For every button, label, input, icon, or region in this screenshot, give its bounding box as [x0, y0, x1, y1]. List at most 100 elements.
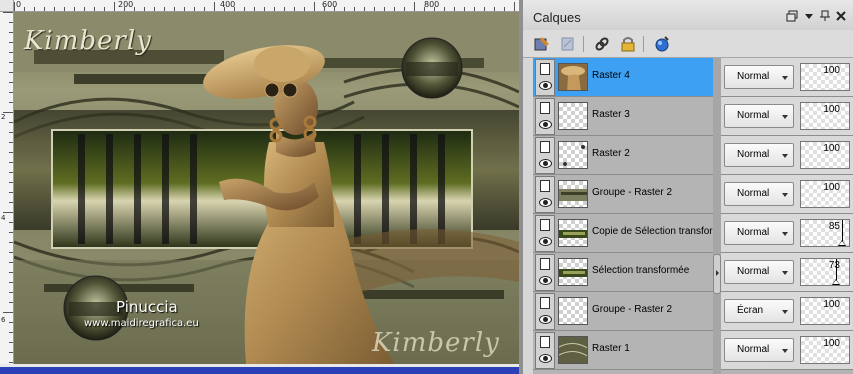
layer-name: Groupe - Raster 2: [592, 304, 673, 315]
opacity-slider[interactable]: 100: [800, 180, 850, 208]
layer-thumbnail: [558, 141, 588, 169]
new-raster-layer-icon[interactable]: [533, 35, 551, 53]
palette-title: Calques: [533, 10, 581, 25]
ruler-tick: [14, 2, 15, 11]
blend-mode-value: Normal: [737, 149, 770, 160]
opacity-value: 100: [823, 143, 840, 154]
layer-mask-icon[interactable]: [540, 63, 550, 75]
layer-row[interactable]: Copie de Sélection transformé Normal 85: [533, 214, 853, 253]
layer-visibility-toggle[interactable]: [535, 215, 555, 252]
layer-visibility-toggle[interactable]: [535, 293, 555, 330]
layer-visibility-toggle[interactable]: [535, 137, 555, 174]
opacity-slider-handle[interactable]: [832, 279, 840, 285]
link-layers-icon[interactable]: [593, 35, 611, 53]
layers-list: Raster 1 Normal 100 Groupe - Raster 2 Écran 1…: [533, 58, 853, 374]
eye-icon[interactable]: [539, 315, 552, 324]
pin-icon[interactable]: [818, 10, 832, 24]
layer-name: Groupe - Raster 2: [592, 187, 673, 198]
layer-row[interactable]: Raster 4 Normal 100: [533, 58, 853, 97]
eye-icon[interactable]: [539, 237, 552, 246]
eye-icon[interactable]: [539, 159, 552, 168]
layer-name-cell[interactable]: Raster 1: [533, 331, 713, 370]
ruler-label-400: 400: [220, 0, 236, 9]
opacity-value: 100: [823, 299, 840, 310]
close-icon[interactable]: [834, 10, 848, 24]
opacity-slider-handle[interactable]: [838, 240, 846, 246]
opacity-slider[interactable]: 73: [800, 258, 850, 286]
layer-properties-icon[interactable]: [653, 35, 671, 53]
layer-name-cell[interactable]: Groupe - Raster 2: [533, 175, 713, 214]
layers-scroll-track[interactable]: [713, 58, 721, 374]
layer-name-cell[interactable]: Raster 4: [533, 58, 713, 97]
eye-icon[interactable]: [539, 81, 552, 90]
opacity-slider[interactable]: 100: [800, 141, 850, 169]
eye-icon[interactable]: [539, 276, 552, 285]
palette-toolbar: [523, 30, 853, 58]
eye-icon[interactable]: [539, 354, 552, 363]
blend-mode-dropdown[interactable]: Normal: [724, 221, 794, 245]
blend-mode-dropdown[interactable]: Écran: [724, 299, 794, 323]
ruler-tick: [414, 2, 415, 11]
layer-name-cell[interactable]: Groupe - Raster 2: [533, 292, 713, 331]
layer-name-cell[interactable]: Raster 3: [533, 97, 713, 136]
layer-visibility-toggle[interactable]: [535, 98, 555, 135]
layer-visibility-toggle[interactable]: [535, 254, 555, 291]
layer-name-cell[interactable]: Copie de Sélection transformé: [533, 214, 714, 253]
layer-mask-icon[interactable]: [540, 102, 550, 114]
layer-row[interactable]: Groupe - Raster 2 Écran 100: [533, 292, 853, 331]
layers-palette: Calques Raster 1 Normal 100 Groupe - Ras…: [523, 0, 853, 374]
layer-row[interactable]: Raster 3 Normal 100: [533, 97, 853, 136]
layer-thumbnail: [558, 180, 588, 208]
layer-thumbnail: [558, 336, 588, 364]
layer-thumbnail: [558, 102, 588, 130]
layer-mask-icon[interactable]: [540, 219, 550, 231]
layer-settings-cell: Normal 73: [721, 253, 853, 292]
layer-mask-icon[interactable]: [540, 336, 550, 348]
blend-mode-dropdown[interactable]: Normal: [724, 104, 794, 128]
layer-name-cell[interactable]: Sélection transformée: [533, 253, 713, 292]
new-vector-layer-icon[interactable]: [559, 35, 577, 53]
layer-name-cell[interactable]: Raster 2: [533, 136, 713, 175]
layer-mask-icon[interactable]: [540, 141, 550, 153]
eye-icon[interactable]: [539, 198, 552, 207]
layer-mask-icon[interactable]: [540, 297, 550, 309]
lock-layer-icon[interactable]: [619, 35, 637, 53]
ruler-label-200: 200: [118, 0, 134, 9]
layer-mask-icon[interactable]: [540, 180, 550, 192]
layer-row[interactable]: Groupe - Raster 2 Normal 100: [533, 175, 853, 214]
chevron-down-icon: [782, 349, 788, 353]
layer-mask-icon[interactable]: [540, 258, 550, 270]
layer-name: Raster 4: [592, 70, 630, 81]
restore-window-icon[interactable]: [785, 10, 799, 24]
image-canvas-area: 0 200 400 600 800 2 4 6 Kimberly Kimberl…: [0, 0, 519, 374]
layer-row[interactable]: Sélection transformée Normal 73: [533, 253, 853, 292]
layer-settings-cell: Normal 100: [721, 97, 853, 136]
layer-visibility-toggle[interactable]: [535, 176, 555, 213]
blend-mode-dropdown[interactable]: Normal: [724, 182, 794, 206]
layer-visibility-toggle[interactable]: [535, 332, 555, 369]
opacity-slider[interactable]: 100: [800, 297, 850, 325]
layers-scroll-thumb[interactable]: [713, 254, 721, 294]
opacity-slider[interactable]: 100: [800, 63, 850, 91]
menu-arrow-icon[interactable]: [802, 10, 816, 24]
blend-mode-dropdown[interactable]: Normal: [724, 143, 794, 167]
layer-visibility-toggle[interactable]: [535, 59, 555, 96]
chevron-down-icon: [782, 232, 788, 236]
layer-row[interactable]: Raster 2 Normal 100: [533, 136, 853, 175]
blend-mode-dropdown[interactable]: Normal: [724, 338, 794, 362]
blend-mode-dropdown[interactable]: Normal: [724, 65, 794, 89]
blend-mode-dropdown[interactable]: Normal: [724, 260, 794, 284]
opacity-slider[interactable]: 100: [800, 102, 850, 130]
opacity-slider[interactable]: 85: [800, 219, 850, 247]
vertical-ruler: 2 4 6: [0, 12, 14, 364]
layer-settings-cell: Écran 100: [721, 292, 853, 331]
horizontal-ruler: 0 200 400 600 800: [14, 0, 519, 12]
eye-icon[interactable]: [539, 120, 552, 129]
layer-thumbnail: [558, 297, 588, 325]
opacity-slider[interactable]: 100: [800, 336, 850, 364]
artwork-title-top: Kimberly: [24, 26, 152, 56]
chevron-down-icon: [782, 154, 788, 158]
artwork-image[interactable]: Kimberly Kimberly Pinuccia www.maidiregr…: [14, 12, 519, 364]
layer-name: Raster 3: [592, 109, 630, 120]
layer-row[interactable]: Raster 1 Normal 100: [533, 331, 853, 370]
